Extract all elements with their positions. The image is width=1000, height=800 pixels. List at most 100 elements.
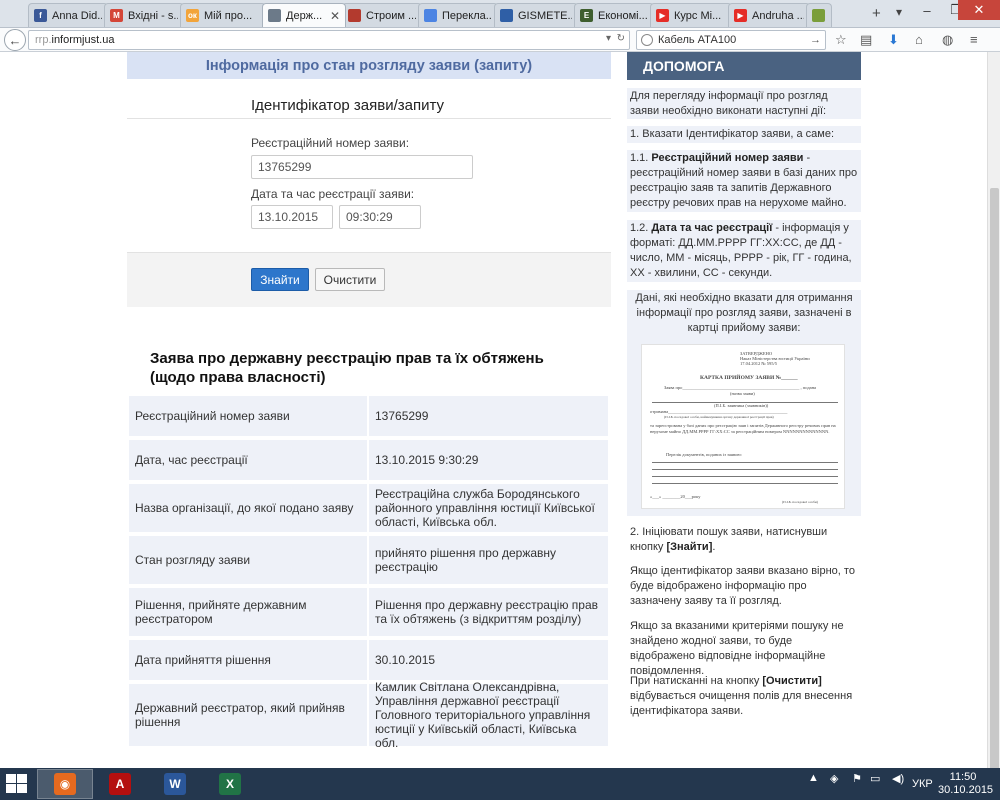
tab-label: Держ... — [286, 9, 323, 22]
table-row: Стан розгляду заяви прийнято рішення про … — [129, 536, 608, 584]
row-value: Камлик Світлана Олександрівна, Управлінн… — [369, 680, 608, 750]
clock-date: 30.10.2015 — [938, 784, 994, 796]
result-title: Заява про державну реєстрацію прав та їх… — [150, 350, 544, 386]
google-icon — [641, 34, 653, 46]
browser-tab[interactable]: Перекла... — [418, 3, 498, 27]
row-label: Реєстраційний номер заяви — [129, 396, 367, 436]
time-input[interactable]: 09:30:29 — [339, 205, 421, 229]
word-taskbar-button[interactable]: W — [147, 769, 203, 799]
url-dropdown-icon[interactable]: ▾ ↻ — [606, 33, 625, 44]
tray-up-arrow-icon[interactable]: ▲ — [808, 772, 819, 784]
application-card-image: ЗАТВЕРДЖЕНО Наказ Міністерства юстиції У… — [641, 344, 845, 509]
address-bar[interactable]: rrp.informjust.ua ▾ ↻ — [28, 30, 630, 50]
browser-tab[interactable]: E Економі... — [574, 3, 654, 27]
row-value: Рішення про державну реєстрацію прав та … — [369, 588, 608, 636]
home-icon[interactable]: ⌂ — [915, 32, 923, 47]
tray-monitor-icon[interactable]: ▭ — [870, 772, 880, 785]
browser-tab[interactable]: f Anna Did... — [28, 3, 108, 27]
browser-nav-bar: ← rrp.informjust.ua ▾ ↻ Кабель АТА100 → … — [0, 28, 1000, 52]
url-text: rrp.informjust.ua — [35, 34, 115, 46]
row-label: Стан розгляду заяви — [129, 536, 367, 584]
back-arrow-icon[interactable]: ← — [4, 29, 26, 51]
row-value: 13.10.2015 9:30:29 — [369, 440, 608, 480]
firefox-taskbar-icon: ◉ — [54, 773, 76, 795]
browser-tab[interactable]: M Вхідні - s... — [104, 3, 184, 27]
search-go-icon[interactable]: → — [810, 34, 821, 46]
windows-start-icon[interactable] — [6, 774, 28, 794]
facebook-icon: f — [34, 9, 47, 22]
translate-icon — [424, 9, 437, 22]
gmail-icon: M — [110, 9, 123, 22]
page-title: Інформація про стан розгляду заяви (запи… — [127, 52, 611, 79]
house-icon — [348, 9, 361, 22]
tab-label: GISMETE... — [518, 9, 572, 22]
excel-taskbar-button[interactable]: X — [202, 769, 258, 799]
reg-number-input[interactable]: 13765299 — [251, 155, 473, 179]
date-input[interactable]: 13.10.2015 — [251, 205, 333, 229]
star-icon[interactable]: ☆ — [835, 32, 847, 48]
browser-tab[interactable]: Держ... ✕ — [262, 3, 346, 27]
tab-label: Вхідні - s... — [128, 9, 178, 22]
scrollbar-thumb[interactable] — [990, 188, 999, 770]
tray-language[interactable]: УКР — [912, 778, 933, 790]
economics-icon: E — [580, 9, 593, 22]
table-row: Рішення, прийняте державним реєстратором… — [129, 588, 608, 636]
browser-tab[interactable]: ок Мій про... — [180, 3, 266, 27]
weather-icon — [500, 9, 513, 22]
search-bar[interactable]: Кабель АТА100 → — [636, 30, 826, 50]
taskbar-clock[interactable]: 11:50 30.10.2015 — [938, 771, 994, 797]
find-button[interactable]: Знайти — [251, 268, 309, 291]
tray-volume-icon[interactable]: ◀) — [892, 772, 904, 785]
word-taskbar-icon: W — [164, 773, 186, 795]
browser-tab[interactable]: ▶ Andruha ... — [728, 3, 810, 27]
row-value: 13765299 — [369, 396, 608, 436]
chat-icon[interactable]: ◍ — [942, 32, 953, 48]
chat-icon — [812, 9, 825, 22]
youtube-icon: ▶ — [656, 9, 669, 22]
help-para-clear: При натисканні на кнопку [Очистити] відб… — [630, 675, 853, 717]
help-step12: 1.2. Дата та час реєстрації - інформація… — [627, 220, 861, 282]
excel-taskbar-icon: X — [219, 773, 241, 795]
browser-tab[interactable]: Строим ... — [342, 3, 422, 27]
help-intro: Для перегляду інформації про розгляд зая… — [627, 88, 861, 119]
acrobat-taskbar-button[interactable]: A — [92, 769, 148, 799]
table-row: Дата прийняття рішення 30.10.2015 — [129, 640, 608, 680]
help-card-caption: Дані, які необхідно вказати для отриманн… — [635, 292, 853, 334]
row-label: Дата, час реєстрації — [129, 440, 367, 480]
download-icon[interactable]: ⬇ — [888, 32, 899, 48]
browser-tab[interactable]: ▶ Курс Мі... — [650, 3, 732, 27]
tray-network-icon[interactable]: ◈ — [830, 772, 838, 785]
tab-close-icon[interactable]: ✕ — [330, 9, 340, 23]
browser-tab-bar: + ▾ ‒ ❐ ✕ f Anna Did... M Вхідні - s... ок Мі… — [0, 0, 1000, 28]
browser-tab[interactable]: GISMETE... — [494, 3, 578, 27]
reg-number-label: Реєстраційний номер заяви: — [251, 136, 410, 150]
window-close-icon[interactable]: ✕ — [958, 0, 1000, 20]
help-step11: 1.1. Реєстраційний номер заяви - реєстра… — [627, 150, 861, 212]
row-value: 30.10.2015 — [369, 640, 608, 680]
tab-label: Строим ... — [366, 9, 416, 22]
identifier-heading: Ідентифікатор заяви/запиту — [251, 97, 445, 114]
tab-label: Курс Мі... — [674, 9, 722, 22]
windows-taskbar: ▲ ◈ ⚑ ▭ ◀) УКР 11:50 30.10.2015 ◉ A W X — [0, 768, 1000, 800]
firefox-taskbar-button[interactable]: ◉ — [37, 769, 93, 799]
help-para-notfound: Якщо за вказаними критеріями пошуку не з… — [630, 620, 844, 677]
tab-list-icon[interactable]: ▾ — [896, 5, 902, 19]
tray-flag-icon[interactable]: ⚑ — [852, 772, 862, 785]
datetime-label: Дата та час реєстрації заяви: — [251, 187, 415, 201]
help-step2: 2. Ініціювати пошук заяви, натиснувши кн… — [630, 526, 828, 553]
page-icon — [268, 9, 281, 22]
new-tab-icon[interactable]: + — [872, 5, 881, 22]
reading-list-icon[interactable]: ▤ — [860, 32, 872, 48]
row-value: прийнято рішення про державну реєстрацію — [369, 536, 608, 584]
menu-icon[interactable]: ≡ — [970, 32, 978, 47]
minimize-icon[interactable]: ‒ — [912, 0, 942, 20]
table-row: Реєстраційний номер заяви 13765299 — [129, 396, 608, 436]
clear-button[interactable]: Очистити — [315, 268, 385, 291]
odnoklassniki-icon: ок — [186, 9, 199, 22]
divider — [127, 118, 611, 119]
row-label: Рішення, прийняте державним реєстратором — [129, 588, 367, 636]
page-scrollbar[interactable] — [987, 52, 1000, 770]
row-value: Реєстраційна служба Бородянського районн… — [369, 484, 608, 532]
reload-icon[interactable]: ↻ — [617, 33, 625, 44]
browser-tab[interactable] — [806, 3, 832, 27]
